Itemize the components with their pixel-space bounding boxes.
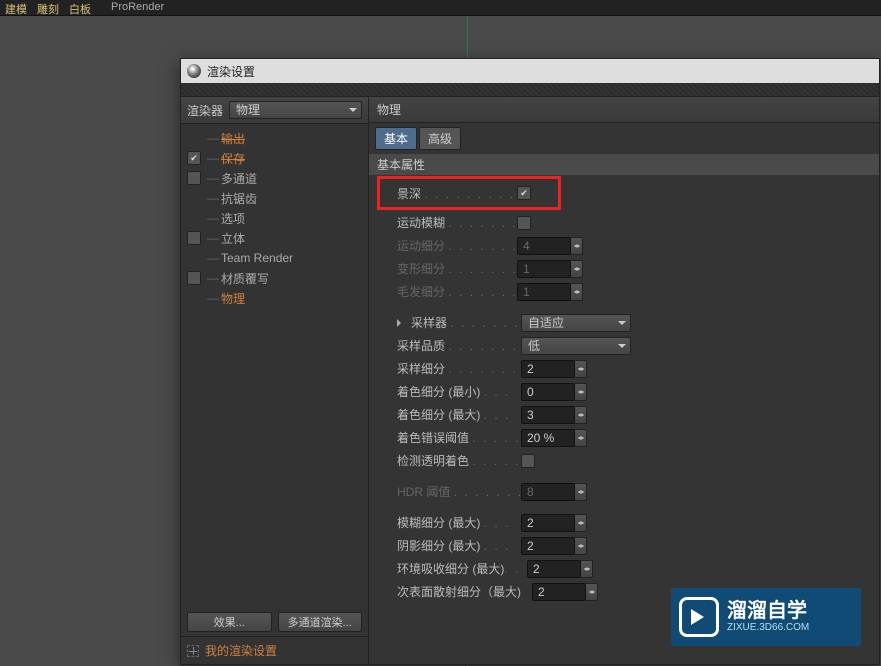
hdr-input[interactable]: 8 (521, 483, 575, 501)
checkbox[interactable] (187, 171, 201, 185)
opt-save[interactable]: —保存 (181, 148, 368, 168)
checkbox[interactable] (187, 231, 201, 245)
spinner[interactable] (575, 483, 587, 501)
opt-override[interactable]: —材质覆写 (181, 268, 368, 288)
tab-basic[interactable]: 基本 (375, 127, 417, 150)
motion-sub-input[interactable]: 4 (517, 237, 571, 255)
shade-err-input[interactable]: 20 % (521, 429, 575, 447)
sampler-combo[interactable]: 自适应 (521, 314, 631, 332)
spinner[interactable] (575, 429, 587, 447)
prop-blur-max: 模糊细分 (最大) . . .2 (397, 511, 871, 534)
group-basic-props: 基本属性 (369, 154, 879, 175)
prop-samp-sub: 采样细分 . . . . . . . . .2 (397, 357, 871, 380)
watermark: 溜溜自学 ZIXUE.3D66.COM (671, 588, 861, 646)
spinner[interactable] (586, 583, 598, 601)
prop-sampler: 采样器 . . . . . . . . . 自适应 (397, 311, 871, 334)
prop-detect: 检测透明着色 . . . . . (397, 449, 871, 472)
prop-shade-err: 着色错误阈值 . . . . .20 % (397, 426, 871, 449)
top-menu-bar: 建模 雕刻 白板 ProRender (0, 0, 881, 16)
shadow-max-input[interactable]: 2 (521, 537, 575, 555)
deform-sub-input[interactable]: 1 (517, 260, 571, 278)
opt-stereo[interactable]: —立体 (181, 228, 368, 248)
prop-shade-max: 着色细分 (最大) . . .3 (397, 403, 871, 426)
menu-item[interactable]: 雕刻 (37, 1, 59, 15)
expand-icon[interactable] (187, 645, 199, 657)
opt-physical[interactable]: —物理 (181, 288, 368, 308)
opt-options[interactable]: —选项 (181, 208, 368, 228)
property-list: 景深 . . . . . . . . . . . . 运动模糊 . . . . … (369, 175, 879, 607)
detect-checkbox[interactable] (521, 454, 535, 468)
prop-shade-min: 着色细分 (最小) . . .0 (397, 380, 871, 403)
spinner[interactable] (575, 406, 587, 424)
watermark-url: ZIXUE.3D66.COM (727, 621, 809, 634)
renderer-combo[interactable]: 物理 (229, 101, 362, 119)
opt-antialias[interactable]: —抗锯齿 (181, 188, 368, 208)
render-settings-dialog: 渲染设置 渲染器 物理 —输出 —保存 —多通道 —抗锯齿 —选项 —立体 —T… (180, 58, 880, 665)
renderer-label: 渲染器 (187, 102, 223, 119)
menu-item[interactable]: ProRender (111, 1, 164, 15)
prop-hair-sub: 毛发细分 . . . . . . . . . 1 (397, 280, 871, 303)
renderer-row: 渲染器 物理 (181, 97, 368, 124)
app-icon (187, 64, 201, 78)
menu-item[interactable]: 白板 (69, 1, 91, 15)
dof-checkbox[interactable] (517, 186, 531, 200)
dialog-title: 渲染设置 (207, 63, 255, 80)
prop-ao-max: 环境吸收细分 (最大). .2 (397, 557, 871, 580)
prop-quality: 采样品质 . . . . . . . . . 低 (397, 334, 871, 357)
my-render-settings[interactable]: 我的渲染设置 (181, 636, 368, 664)
blur-max-input[interactable]: 2 (521, 514, 575, 532)
prop-shadow-max: 阴影细分 (最大) . . .2 (397, 534, 871, 557)
disclosure-triangle-icon[interactable] (397, 316, 407, 330)
spinner[interactable] (575, 360, 587, 378)
checkbox[interactable] (187, 271, 201, 285)
prop-motion-sub: 运动细分 . . . . . . . . . 4 (397, 234, 871, 257)
spinner[interactable] (571, 237, 583, 255)
tab-bar: 基本 高级 (369, 123, 879, 154)
spinner[interactable] (581, 560, 593, 578)
grip-bar[interactable] (181, 83, 879, 97)
motion-blur-checkbox[interactable] (517, 216, 531, 230)
option-list: —输出 —保存 —多通道 —抗锯齿 —选项 —立体 —Team Render —… (181, 124, 368, 608)
spinner[interactable] (571, 260, 583, 278)
opt-output[interactable]: —输出 (181, 128, 368, 148)
prop-motion-blur: 运动模糊 . . . . . . . . . (397, 211, 871, 234)
sss-max-input[interactable]: 2 (532, 583, 586, 601)
samp-sub-input[interactable]: 2 (521, 360, 575, 378)
spinner[interactable] (571, 283, 583, 301)
prop-dof: 景深 . . . . . . . . . . . . (397, 184, 861, 202)
panel-title: 物理 (369, 97, 879, 123)
menu-item[interactable]: 建模 (5, 1, 27, 15)
opt-teamrender[interactable]: —Team Render (181, 248, 368, 268)
opt-multipass[interactable]: —多通道 (181, 168, 368, 188)
checkbox[interactable] (187, 151, 201, 165)
multipass-render-button[interactable]: 多通道渲染... (278, 612, 363, 632)
spinner[interactable] (575, 537, 587, 555)
spinner[interactable] (575, 383, 587, 401)
spinner[interactable] (575, 514, 587, 532)
right-panel: 物理 基本 高级 基本属性 景深 . . . . . . . . . . . .… (369, 97, 879, 664)
effects-button[interactable]: 效果... (187, 612, 272, 632)
titlebar[interactable]: 渲染设置 (181, 59, 879, 83)
watermark-title: 溜溜自学 (727, 601, 809, 621)
prop-hdr: HDR 阈值 . . . . . . . . .8 (397, 480, 871, 503)
hair-sub-input[interactable]: 1 (517, 283, 571, 301)
prop-deform-sub: 变形细分 . . . . . . . . . 1 (397, 257, 871, 280)
tab-advanced[interactable]: 高级 (419, 127, 461, 150)
play-icon (679, 597, 719, 637)
quality-combo[interactable]: 低 (521, 337, 631, 355)
shade-max-input[interactable]: 3 (521, 406, 575, 424)
left-panel: 渲染器 物理 —输出 —保存 —多通道 —抗锯齿 —选项 —立体 —Team R… (181, 97, 369, 664)
shade-min-input[interactable]: 0 (521, 383, 575, 401)
ao-max-input[interactable]: 2 (527, 560, 581, 578)
